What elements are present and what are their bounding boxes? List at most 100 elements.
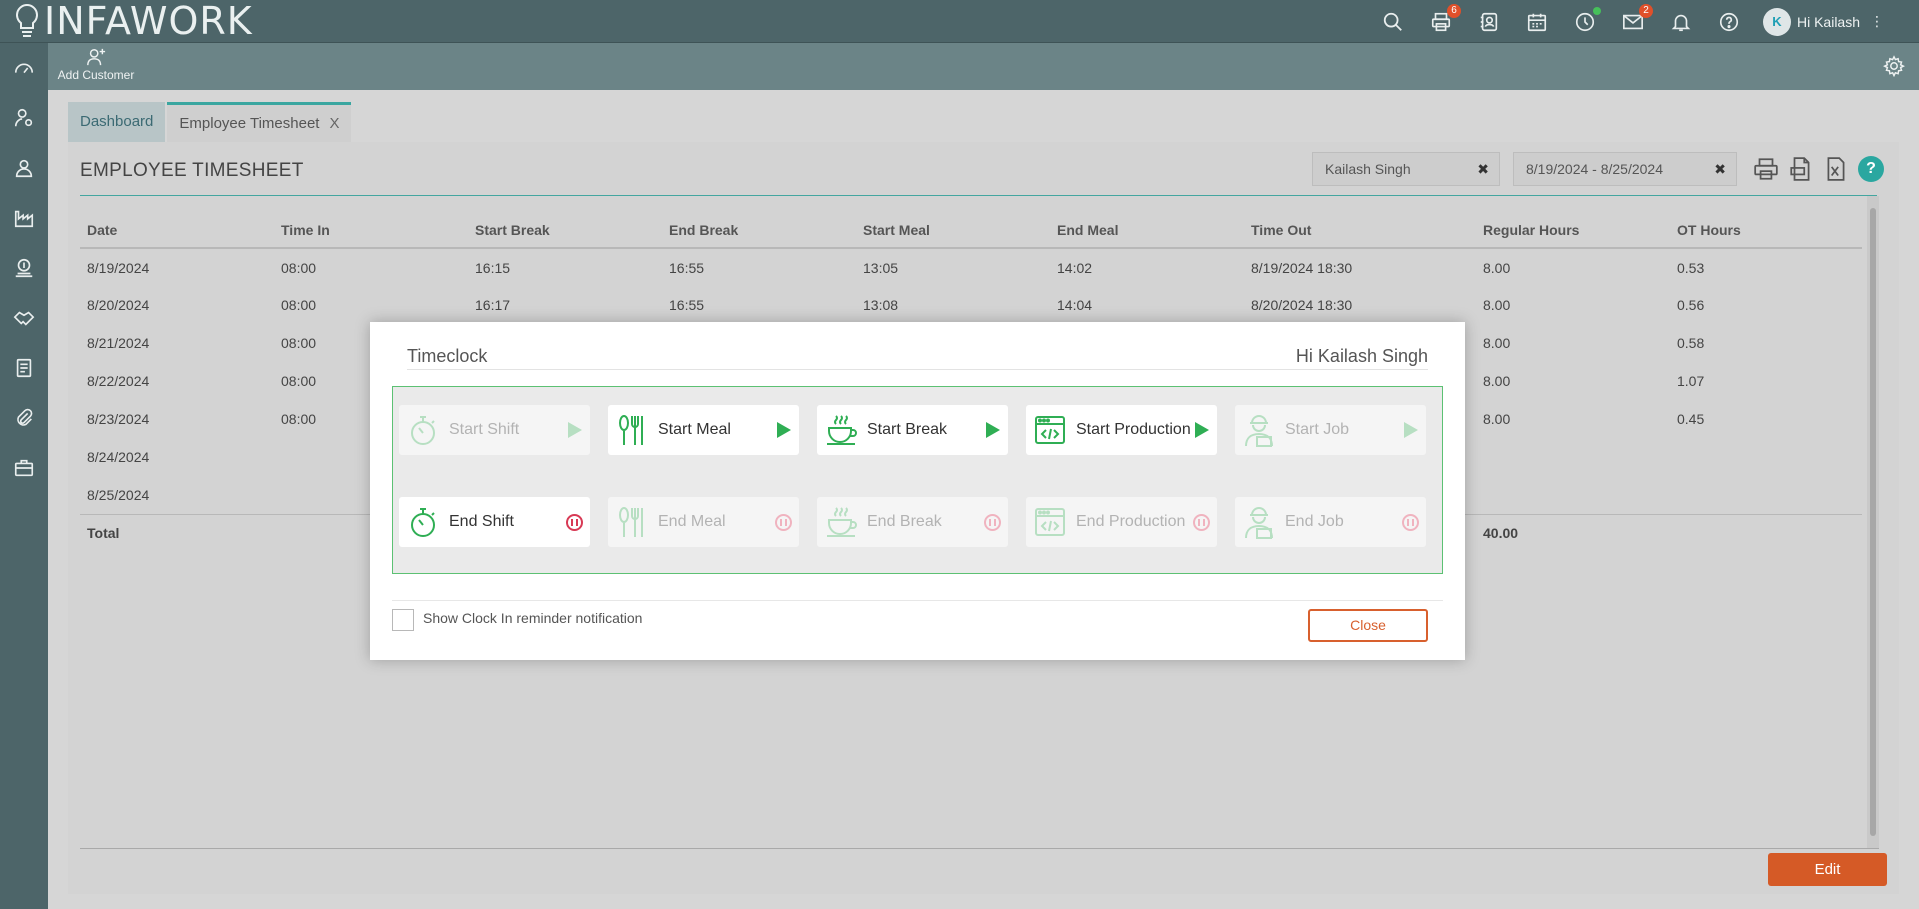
worker-icon (1243, 504, 1275, 540)
start-break-button[interactable]: Start Break (817, 405, 1008, 455)
end-break-button: End Break (817, 497, 1008, 547)
total-cell (1670, 513, 1862, 552)
col-time-out: Time Out (1244, 212, 1476, 249)
end-production-button: End Production (1026, 497, 1217, 547)
kebab-menu-icon[interactable]: ⋮ (1870, 13, 1884, 30)
stop-circle-icon (1193, 514, 1210, 531)
code-window-icon (1034, 504, 1066, 540)
table-row[interactable]: 8/20/2024 08:00 16:17 16:55 13:08 14:04 8/20/2… (80, 286, 1862, 324)
timeclock-modal: Timeclock Hi Kailash Singh Start Shift St… (370, 322, 1465, 660)
help-circle-icon[interactable] (1717, 10, 1741, 34)
table-cell: 8/20/2024 18:30 (1251, 297, 1353, 313)
mail-icon[interactable]: 2 (1621, 3, 1653, 34)
table-cell: 8/21/2024 (87, 335, 150, 351)
clock-icon[interactable] (1573, 6, 1601, 34)
table-cell: 8/24/2024 (87, 449, 150, 465)
timeclock-actions-box: Start Shift Start Meal Start Break Start Pr… (392, 386, 1443, 574)
action-label: Start Production (1076, 421, 1191, 438)
export-tools: ? (1753, 156, 1884, 182)
reminder-checkbox[interactable] (392, 609, 414, 631)
tab-employee-timesheet[interactable]: Employee Timesheet X (167, 102, 352, 142)
stop-circle-icon (1402, 514, 1419, 531)
col-date: Date (80, 212, 274, 249)
calendar-icon[interactable] (1525, 10, 1549, 34)
user-menu[interactable]: K Hi Kailash ⋮ (1762, 7, 1884, 36)
col-regular-hours: Regular Hours (1476, 212, 1670, 249)
document-icon[interactable] (0, 343, 48, 393)
edit-button[interactable]: Edit (1768, 853, 1887, 886)
modal-header-divider (407, 369, 1428, 370)
briefcase-icon[interactable] (0, 443, 48, 493)
employee-filter[interactable]: Kailash Singh ✖ (1312, 152, 1500, 186)
table-cell (1476, 476, 1670, 514)
clear-date-icon[interactable]: ✖ (1714, 153, 1726, 185)
tab-close-button[interactable]: X (329, 115, 339, 132)
factory-icon[interactable] (0, 193, 48, 243)
stopwatch-icon (407, 412, 439, 448)
help-button[interactable]: ? (1858, 156, 1884, 182)
table-cell: 8/19/2024 18:30 (1251, 259, 1353, 276)
table-cell: 0.53 (1677, 259, 1705, 276)
start-meal-button[interactable]: Start Meal (608, 405, 799, 455)
play-icon (1404, 422, 1418, 438)
cutlery-icon (616, 504, 648, 540)
excel-export-icon[interactable] (1823, 156, 1849, 182)
end-meal-button: End Meal (608, 497, 799, 547)
sub-toolbar: Add Customer (48, 43, 1919, 90)
vertical-scrollbar[interactable] (1867, 196, 1879, 848)
action-label: Start Job (1285, 421, 1350, 438)
table-bottom-divider (80, 848, 1879, 849)
printer-icon[interactable]: 6 (1429, 3, 1461, 34)
table-row[interactable]: 8/19/2024 08:00 16:15 16:55 13:05 14:02 8/19/2… (80, 248, 1862, 286)
printer-badge: 6 (1446, 3, 1461, 18)
user-settings-icon[interactable] (0, 93, 48, 143)
attachment-icon[interactable] (0, 393, 48, 443)
print-icon[interactable] (1753, 156, 1779, 182)
action-label: End Shift (449, 513, 514, 530)
close-button[interactable]: Close (1308, 609, 1428, 642)
action-label: Start Meal (658, 421, 731, 438)
finance-icon[interactable] (0, 243, 48, 293)
gear-icon[interactable] (1883, 55, 1905, 77)
mail-badge: 2 (1638, 3, 1653, 18)
table-cell: 8/23/2024 (87, 411, 150, 427)
search-icon[interactable] (1381, 10, 1405, 34)
contacts-icon[interactable] (1477, 10, 1501, 34)
table-cell: 14:04 (1057, 297, 1093, 313)
tab-bar: Dashboard Employee Timesheet X (68, 102, 352, 142)
add-user-icon (87, 48, 106, 66)
stop-circle-icon (775, 514, 792, 531)
clear-employee-icon[interactable]: ✖ (1477, 153, 1489, 185)
dashboard-gauge-icon[interactable] (0, 43, 48, 93)
tab-dashboard[interactable]: Dashboard (68, 102, 166, 142)
table-cell: 8/22/2024 (87, 373, 150, 389)
date-range-filter[interactable]: 8/19/2024 - 8/25/2024 ✖ (1513, 152, 1737, 186)
clock-status-dot (1592, 6, 1601, 15)
stop-circle-icon (566, 514, 583, 531)
table-cell: 16:15 (475, 259, 511, 276)
table-cell: 16:17 (475, 297, 511, 313)
total-label: Total (80, 513, 274, 552)
scrollbar-thumb[interactable] (1870, 208, 1876, 836)
pdf-export-icon[interactable] (1788, 156, 1814, 182)
action-label: End Break (867, 513, 942, 530)
add-customer-button[interactable]: Add Customer (56, 47, 136, 82)
end-shift-button[interactable]: End Shift (399, 497, 590, 547)
modal-title: Timeclock (407, 346, 488, 366)
left-sidebar (0, 43, 48, 909)
tab-label: Employee Timesheet (179, 115, 320, 132)
handshake-icon[interactable] (0, 293, 48, 343)
table-cell: 16:55 (669, 297, 705, 313)
app-logo[interactable]: INFAWORK (12, 1, 253, 41)
table-cell: 8/20/2024 (87, 297, 150, 313)
bell-icon[interactable] (1669, 10, 1693, 34)
start-job-button: Start Job (1235, 405, 1426, 455)
users-icon[interactable] (0, 143, 48, 193)
table-cell: 08:00 (281, 259, 317, 276)
code-window-icon (1034, 412, 1066, 448)
play-icon (1195, 422, 1209, 438)
col-ot-hours: OT Hours (1670, 212, 1862, 249)
start-production-button[interactable]: Start Production (1026, 405, 1217, 455)
action-label: End Job (1285, 513, 1344, 530)
coffee-cup-icon (825, 412, 857, 448)
